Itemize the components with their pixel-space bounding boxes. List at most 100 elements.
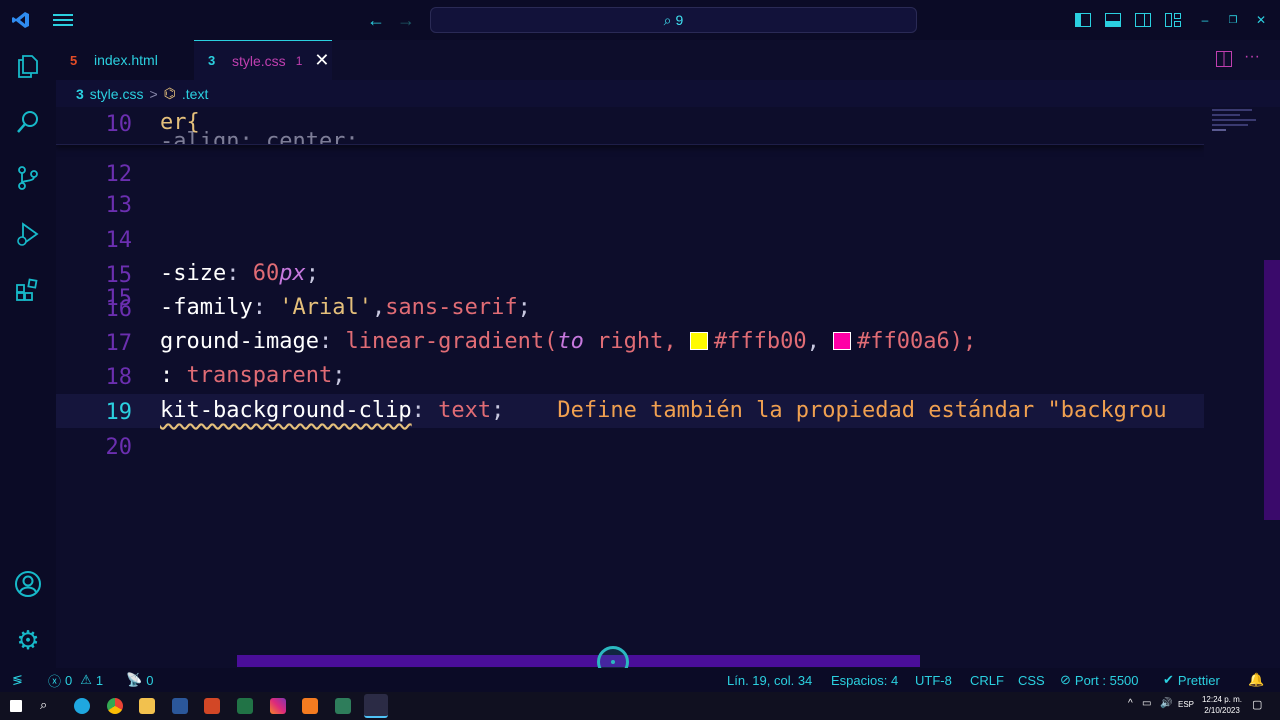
- line-number: 20: [105, 435, 133, 460]
- minimize-icon[interactable]: –: [1198, 9, 1212, 31]
- encoding[interactable]: UTF-8: [915, 668, 952, 692]
- terminal-app-icon[interactable]: [335, 698, 351, 714]
- cursor-position[interactable]: Lín. 19, col. 34: [727, 668, 812, 692]
- color-swatch-pink[interactable]: [833, 332, 852, 350]
- breadcrumb-separator: >: [149, 85, 158, 102]
- search-icon: ⌕: [663, 11, 672, 28]
- extensions-icon[interactable]: [14, 276, 42, 304]
- broadcast-icon: 📡: [126, 672, 143, 687]
- code-line-19: kit-background-clip: text; Define tambié…: [160, 398, 1167, 423]
- powerpoint-icon[interactable]: [204, 698, 220, 714]
- vertical-scrollbar[interactable]: [1264, 260, 1280, 520]
- run-debug-icon[interactable]: [14, 220, 42, 248]
- file-explorer-icon[interactable]: [139, 698, 155, 714]
- close-tab-icon[interactable]: ✕: [314, 50, 329, 71]
- symbol-class-icon: ⌬: [163, 85, 176, 101]
- accounts-icon[interactable]: [14, 570, 42, 598]
- customize-layout-icon[interactable]: [1164, 9, 1182, 31]
- forward-arrow-icon[interactable]: →: [396, 9, 416, 31]
- windows-start-icon[interactable]: [10, 700, 22, 712]
- restore-icon[interactable]: ❐: [1226, 9, 1240, 31]
- problems-indicator[interactable]: ⓧ 0 ⚠ 1: [48, 668, 103, 692]
- clock-date: 2/10/2023: [1204, 706, 1240, 715]
- instagram-icon[interactable]: [270, 698, 286, 714]
- color-swatch-yellow[interactable]: [689, 332, 708, 350]
- network-icon[interactable]: ▭: [1142, 698, 1151, 709]
- line-number: 10: [105, 112, 133, 137]
- line-number: 12: [105, 162, 133, 187]
- tab-label: index.html: [94, 52, 158, 68]
- xampp-icon[interactable]: [302, 698, 318, 714]
- vscode-taskbar-icon[interactable]: [364, 694, 388, 718]
- toggle-primary-sidebar-icon[interactable]: [1074, 9, 1092, 31]
- command-center-text: 9: [675, 12, 684, 28]
- chrome-icon[interactable]: [107, 698, 123, 714]
- tab-label: style.css: [232, 52, 286, 69]
- back-arrow-icon[interactable]: ←: [366, 9, 386, 31]
- language-mode[interactable]: CSS: [1018, 668, 1045, 692]
- clock-time: 12:24 p. m.: [1201, 695, 1243, 704]
- breadcrumb-file[interactable]: style.css: [90, 86, 144, 102]
- input-language[interactable]: ESP: [1178, 700, 1194, 709]
- double-check-icon: ✔: [1163, 672, 1174, 687]
- tab-style-css[interactable]: 3 style.css 1 ✕: [194, 40, 332, 80]
- breadcrumb-symbol[interactable]: .text: [182, 86, 208, 102]
- editor-tab-bar: 5 index.html 3 style.css 1 ✕ ···: [56, 40, 1280, 80]
- line-number: 15: [105, 263, 133, 288]
- code-line-17: ground-image: linear-gradient(to right, …: [160, 329, 977, 354]
- more-actions-icon[interactable]: ···: [1244, 48, 1264, 68]
- warning-icon: ⚠: [80, 672, 92, 687]
- indentation[interactable]: Espacios: 4: [831, 668, 898, 692]
- split-editor-icon[interactable]: [1216, 51, 1234, 69]
- source-control-icon[interactable]: [14, 164, 42, 192]
- line-number: 17: [105, 331, 133, 356]
- command-center-search[interactable]: ⌕ 9: [430, 7, 917, 33]
- ports-indicator[interactable]: 📡 0: [126, 668, 153, 692]
- toggle-panel-icon[interactable]: [1104, 9, 1122, 31]
- sticky-code-overlap: -align: center;: [160, 129, 359, 145]
- live-server-port[interactable]: ⊘ Port : 5500: [1060, 668, 1139, 692]
- horizontal-scrollbar[interactable]: [237, 655, 920, 667]
- word-icon[interactable]: [172, 698, 188, 714]
- notifications-bell-icon[interactable]: 🔔: [1248, 668, 1264, 692]
- end-of-line[interactable]: CRLF: [970, 668, 1004, 692]
- taskbar-clock[interactable]: 12:24 p. m. 2/10/2023: [1196, 694, 1248, 716]
- excel-icon[interactable]: [237, 698, 253, 714]
- no-entry-icon: ⊘: [1060, 672, 1071, 687]
- prettier-status[interactable]: ✔ Prettier: [1163, 668, 1220, 692]
- remote-icon[interactable]: ≶: [12, 668, 23, 692]
- status-bar: ≶ ⓧ 0 ⚠ 1 📡 0 Lín. 19, col. 34 Espacios: 4 …: [0, 668, 1280, 692]
- code-editor[interactable]: 15 12 13 14 15 -size: 60px; 16 -family: …: [56, 107, 1204, 668]
- mouse-cursor-dot: [611, 660, 615, 664]
- title-bar: ← → ⌕ 9 – ❐ ✕: [0, 0, 1280, 40]
- css3-icon: 3: [76, 85, 84, 102]
- line-number: 16: [105, 297, 133, 322]
- code-line-15: -size: 60px;: [160, 261, 319, 286]
- search-sidebar-icon[interactable]: [14, 108, 42, 136]
- windows-taskbar: ⌕ ^ ▭ 🔊 ESP 12:24 p. m. 2/10/2023 ▢: [0, 692, 1280, 720]
- html5-icon: 5: [70, 52, 78, 68]
- minimap[interactable]: [1204, 107, 1264, 668]
- error-icon: ⓧ: [48, 673, 62, 689]
- tray-chevron-icon[interactable]: ^: [1128, 698, 1133, 709]
- line-number: 13: [105, 193, 133, 218]
- close-window-icon[interactable]: ✕: [1254, 9, 1268, 31]
- inline-diagnostic-hint: Define también la propiedad estándar "ba…: [557, 398, 1167, 423]
- settings-gear-icon[interactable]: ⚙: [14, 625, 42, 655]
- menu-icon[interactable]: [52, 9, 74, 31]
- notification-center-icon[interactable]: ▢: [1252, 698, 1262, 711]
- problem-count-badge: 1: [295, 53, 303, 68]
- toggle-secondary-sidebar-icon[interactable]: [1134, 9, 1152, 31]
- volume-icon[interactable]: 🔊: [1160, 698, 1172, 709]
- explorer-icon[interactable]: [14, 52, 42, 80]
- breadcrumb: 3 style.css > ⌬ .text: [56, 80, 1280, 107]
- code-line-16: -family: 'Arial',sans-serif;: [160, 295, 531, 320]
- vscode-logo-icon: [10, 9, 32, 31]
- edge-icon[interactable]: [74, 698, 90, 714]
- sticky-scroll-header[interactable]: 10 er{ -align: center;: [56, 107, 1204, 145]
- tab-index-html[interactable]: 5 index.html: [56, 40, 194, 80]
- line-number-active: 19: [105, 400, 133, 425]
- taskbar-search-icon[interactable]: ⌕: [40, 697, 56, 713]
- css3-icon: 3: [208, 53, 216, 68]
- code-line-18: : transparent;: [160, 363, 346, 388]
